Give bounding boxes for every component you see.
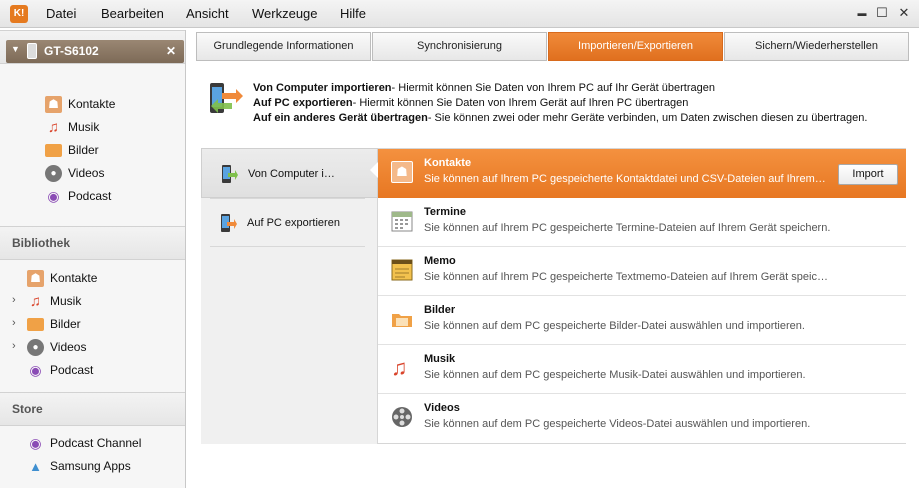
menu-hilfe[interactable]: Hilfe [340, 6, 366, 21]
app-logo-icon: K! [10, 5, 28, 23]
divider [210, 246, 365, 247]
category-memo[interactable]: Memo Sie können auf Ihrem PC gespeichert… [378, 247, 906, 296]
sidebar-header-store: Store [0, 392, 185, 426]
import-icon [222, 165, 238, 183]
expand-arrow-icon[interactable]: › [12, 294, 16, 306]
sidebar-header-library: Bibliothek [0, 226, 185, 260]
film-reel-icon: ● [27, 339, 44, 356]
description-transfer: Auf ein anderes Gerät übertragen- Sie kö… [253, 112, 868, 124]
tab-importieren-exportieren[interactable]: Importieren/Exportieren [548, 32, 723, 61]
tab-sichern-wiederherstellen[interactable]: Sichern/Wiederherstellen [724, 32, 909, 61]
podcast-icon: ◉ [29, 362, 42, 378]
category-videos[interactable]: Videos Sie können auf dem PC gespeichert… [378, 394, 906, 443]
category-bilder[interactable]: Bilder Sie können auf dem PC gespeichert… [378, 296, 906, 345]
minimize-icon[interactable]: ▬ [854, 5, 870, 21]
menu-bearbeiten[interactable]: Bearbeiten [101, 6, 164, 21]
device-name: GT-S6102 [44, 44, 99, 58]
music-icon: ♫ [391, 355, 408, 380]
category-musik[interactable]: ♫ Musik Sie können auf dem PC gespeicher… [378, 345, 906, 394]
film-reel-icon [392, 407, 412, 427]
selection-pointer [370, 162, 378, 178]
folder-icon [45, 144, 62, 157]
description-export: Auf PC exportieren- Hiermit können Sie D… [253, 97, 689, 109]
menu-werkzeuge[interactable]: Werkzeuge [252, 6, 318, 21]
samsung-apps-icon: ▲ [29, 459, 42, 474]
memo-icon [391, 259, 413, 281]
calendar-icon [391, 211, 413, 232]
contacts-icon: ☗ [27, 270, 44, 287]
mode-von-computer-importieren[interactable]: Von Computer i… [201, 148, 378, 198]
category-kontakte[interactable]: ☗ Kontakte Sie können auf Ihrem PC gespe… [378, 149, 906, 198]
mode-auf-pc-exportieren[interactable]: Auf PC exportieren [201, 198, 378, 248]
tab-grundlegende-informationen[interactable]: Grundlegende Informationen [196, 32, 371, 61]
tab-bar: Grundlegende Informationen Synchronisier… [196, 32, 909, 61]
menu-ansicht[interactable]: Ansicht [186, 6, 229, 21]
expand-arrow-icon[interactable]: › [12, 340, 16, 352]
device-close-icon[interactable]: ✕ [166, 44, 176, 58]
tab-synchronisierung[interactable]: Synchronisierung [372, 32, 547, 61]
film-reel-icon: ● [45, 165, 62, 182]
podcast-icon: ◉ [29, 435, 42, 451]
export-icon [221, 214, 237, 232]
close-icon[interactable]: ✕ [896, 5, 912, 21]
import-button[interactable]: Import [838, 164, 898, 185]
contacts-icon: ☗ [45, 96, 62, 113]
music-icon: ♫ [29, 293, 42, 310]
maximize-icon[interactable]: ☐ [874, 5, 890, 21]
description-import: Von Computer importieren- Hiermit können… [253, 82, 715, 94]
contacts-icon: ☗ [391, 161, 413, 183]
chevron-down-icon[interactable]: ▼ [11, 44, 20, 54]
device-row-gt-s6102[interactable]: ▼ GT-S6102 ✕ [6, 40, 184, 63]
category-termine[interactable]: Termine Sie können auf Ihrem PC gespeich… [378, 198, 906, 247]
menu-bar: K! Datei Bearbeiten Ansicht Werkzeuge Hi… [0, 0, 919, 28]
phone-icon [27, 43, 37, 59]
folder-icon [27, 318, 44, 331]
pictures-folder-icon [392, 314, 412, 327]
music-icon: ♫ [47, 119, 60, 136]
import-export-icon [210, 83, 243, 113]
expand-arrow-icon[interactable]: › [12, 317, 16, 329]
podcast-icon: ◉ [47, 188, 60, 204]
menu-datei[interactable]: Datei [46, 6, 76, 21]
